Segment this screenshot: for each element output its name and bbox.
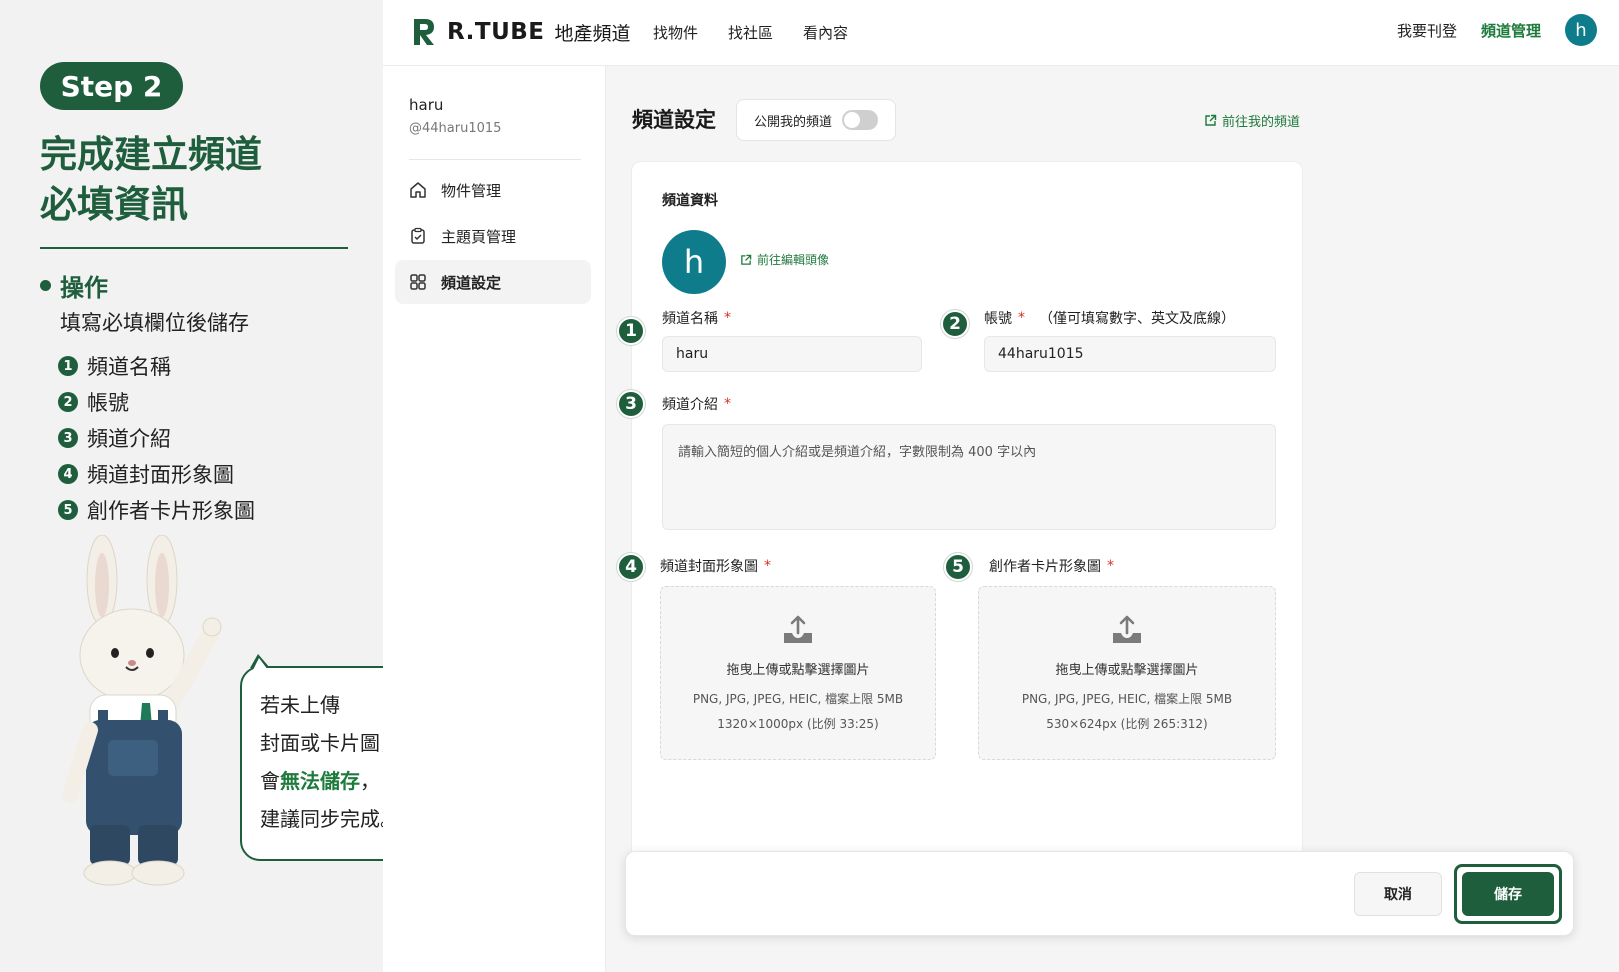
- step-item: 3 頻道介紹: [58, 420, 255, 456]
- card-image-upload[interactable]: 拖曳上傳或點擊選擇圖片 PNG, JPG, JPEG, HEIC, 檔案上限 5…: [978, 586, 1276, 760]
- channel-name-label: 頻道名稱 *: [662, 310, 731, 327]
- channel-avatar: h: [662, 230, 726, 294]
- step-marker-3: 3: [617, 390, 645, 418]
- channel-name-input[interactable]: haru: [662, 336, 922, 372]
- channel-info-card: 頻道資料 h 前往編輯頭像 頻道名稱 * haru 帳號 * （僅可填寫數字、英文及底…: [631, 161, 1303, 911]
- form-action-bar: 取消 儲存: [625, 851, 1574, 936]
- cover-image-label: 頻道封面形象圖 *: [660, 558, 771, 575]
- channel-intro-label: 頻道介紹 *: [662, 396, 731, 413]
- step-marker-5: 5: [944, 553, 972, 581]
- guide-title: 完成建立頻道 必填資訊: [40, 133, 262, 226]
- external-link-icon: [741, 254, 752, 265]
- step-number: 5: [58, 500, 78, 520]
- nav-find-listings[interactable]: 找物件: [653, 22, 698, 43]
- save-button[interactable]: 儲存: [1462, 872, 1554, 916]
- settings-content: 頻道設定 公開我的頻道 前往我的頻道 頻道資料 h 前往編輯頭像 頻道名稱 * h…: [606, 66, 1619, 972]
- step-item: 5 創作者卡片形象圖: [58, 492, 255, 528]
- edit-avatar-link[interactable]: 前往編輯頭像: [740, 251, 829, 268]
- step-item: 1 頻道名稱: [58, 348, 255, 384]
- required-mark: *: [1107, 558, 1114, 574]
- required-mark: *: [1018, 310, 1025, 326]
- step-number: 3: [58, 428, 78, 448]
- public-channel-toggle[interactable]: 公開我的頻道: [736, 99, 896, 141]
- home-icon: [410, 182, 426, 198]
- publish-listing-link[interactable]: 我要刊登: [1397, 20, 1457, 41]
- brand-logo[interactable]: R.TUBE 地產頻道: [411, 17, 631, 47]
- operation-heading-row: 操作: [40, 268, 108, 303]
- logo-text: R.TUBE: [447, 19, 545, 45]
- step-marker-4: 4: [617, 553, 645, 581]
- cancel-button[interactable]: 取消: [1354, 872, 1442, 916]
- channel-manage-link[interactable]: 頻道管理: [1481, 20, 1541, 41]
- account-label: 帳號 * （僅可填寫數字、英文及底線）: [984, 310, 1235, 327]
- account-hint: （僅可填寫數字、英文及底線）: [1039, 311, 1235, 327]
- step-marker-1: 1: [617, 317, 645, 345]
- nav-view-content[interactable]: 看內容: [803, 22, 848, 43]
- sidebar-user-handle: @44haru1015: [409, 121, 502, 136]
- step-number: 4: [58, 464, 78, 484]
- app-window: R.TUBE 地產頻道 找物件 找社區 看內容 我要刊登 頻道管理 h haru…: [383, 0, 1619, 972]
- sidebar: haru @44haru1015 物件管理 主題頁管理 頻道設定: [383, 66, 606, 972]
- sidebar-divider: [409, 159, 581, 160]
- required-mark: *: [724, 310, 731, 326]
- step-list: 1 頻道名稱 2 帳號 3 頻道介紹 4 頻道封面形象圖 5 創作者卡片形象圖: [58, 348, 255, 528]
- operation-description: 填寫必填欄位後儲存: [60, 311, 249, 335]
- top-right-actions: 我要刊登 頻道管理 h: [1397, 14, 1597, 46]
- step-item: 4 頻道封面形象圖: [58, 456, 255, 492]
- user-avatar[interactable]: h: [1565, 14, 1597, 46]
- guide-divider: [40, 247, 348, 249]
- channel-intro-textarea[interactable]: 請輸入簡短的個人介紹或是頻道介紹，字數限制為 400 字以內: [662, 424, 1276, 530]
- logo-mark-icon: [414, 19, 434, 45]
- operation-heading: 操作: [60, 274, 108, 302]
- page-title: 頻道設定: [632, 108, 716, 132]
- step-number: 2: [58, 392, 78, 412]
- step-item: 2 帳號: [58, 384, 255, 420]
- required-mark: *: [724, 396, 731, 412]
- section-label: 頻道資料: [662, 193, 718, 209]
- step-number: 1: [58, 356, 78, 376]
- clipboard-icon: [411, 227, 425, 244]
- cover-image-upload[interactable]: 拖曳上傳或點擊選擇圖片 PNG, JPG, JPEG, HEIC, 檔案上限 5…: [660, 586, 936, 760]
- sidebar-item-listings[interactable]: 物件管理: [395, 168, 591, 212]
- step-badge: Step 2: [40, 62, 183, 110]
- external-link-icon: [1205, 114, 1217, 126]
- grid-icon: [410, 274, 426, 290]
- toggle-switch[interactable]: [842, 110, 879, 130]
- account-input[interactable]: 44haru1015: [984, 336, 1276, 372]
- upload-icon: [1113, 615, 1141, 643]
- step-marker-2: 2: [941, 310, 969, 338]
- card-image-label: 創作者卡片形象圖 *: [989, 558, 1114, 575]
- rabbit-mascot-icon: [62, 535, 222, 886]
- nav-find-communities[interactable]: 找社區: [728, 22, 773, 43]
- upload-icon: [784, 615, 812, 643]
- required-mark: *: [764, 558, 771, 574]
- top-navigation-bar: R.TUBE 地產頻道 找物件 找社區 看內容 我要刊登 頻道管理 h: [383, 0, 1619, 66]
- logo-subtitle: 地產頻道: [554, 22, 631, 45]
- goto-my-channel-link[interactable]: 前往我的頻道: [1204, 111, 1300, 130]
- sidebar-item-channel-settings[interactable]: 頻道設定: [395, 260, 591, 304]
- sidebar-user-name: haru: [409, 96, 444, 114]
- tutorial-guide-panel: Step 2 完成建立頻道 必填資訊 操作 填寫必填欄位後儲存 1 頻道名稱 2帳…: [0, 0, 425, 972]
- bullet-icon: [40, 280, 51, 291]
- main-nav: 找物件 找社區 看內容: [653, 22, 878, 43]
- sidebar-item-topic-pages[interactable]: 主題頁管理: [395, 214, 591, 258]
